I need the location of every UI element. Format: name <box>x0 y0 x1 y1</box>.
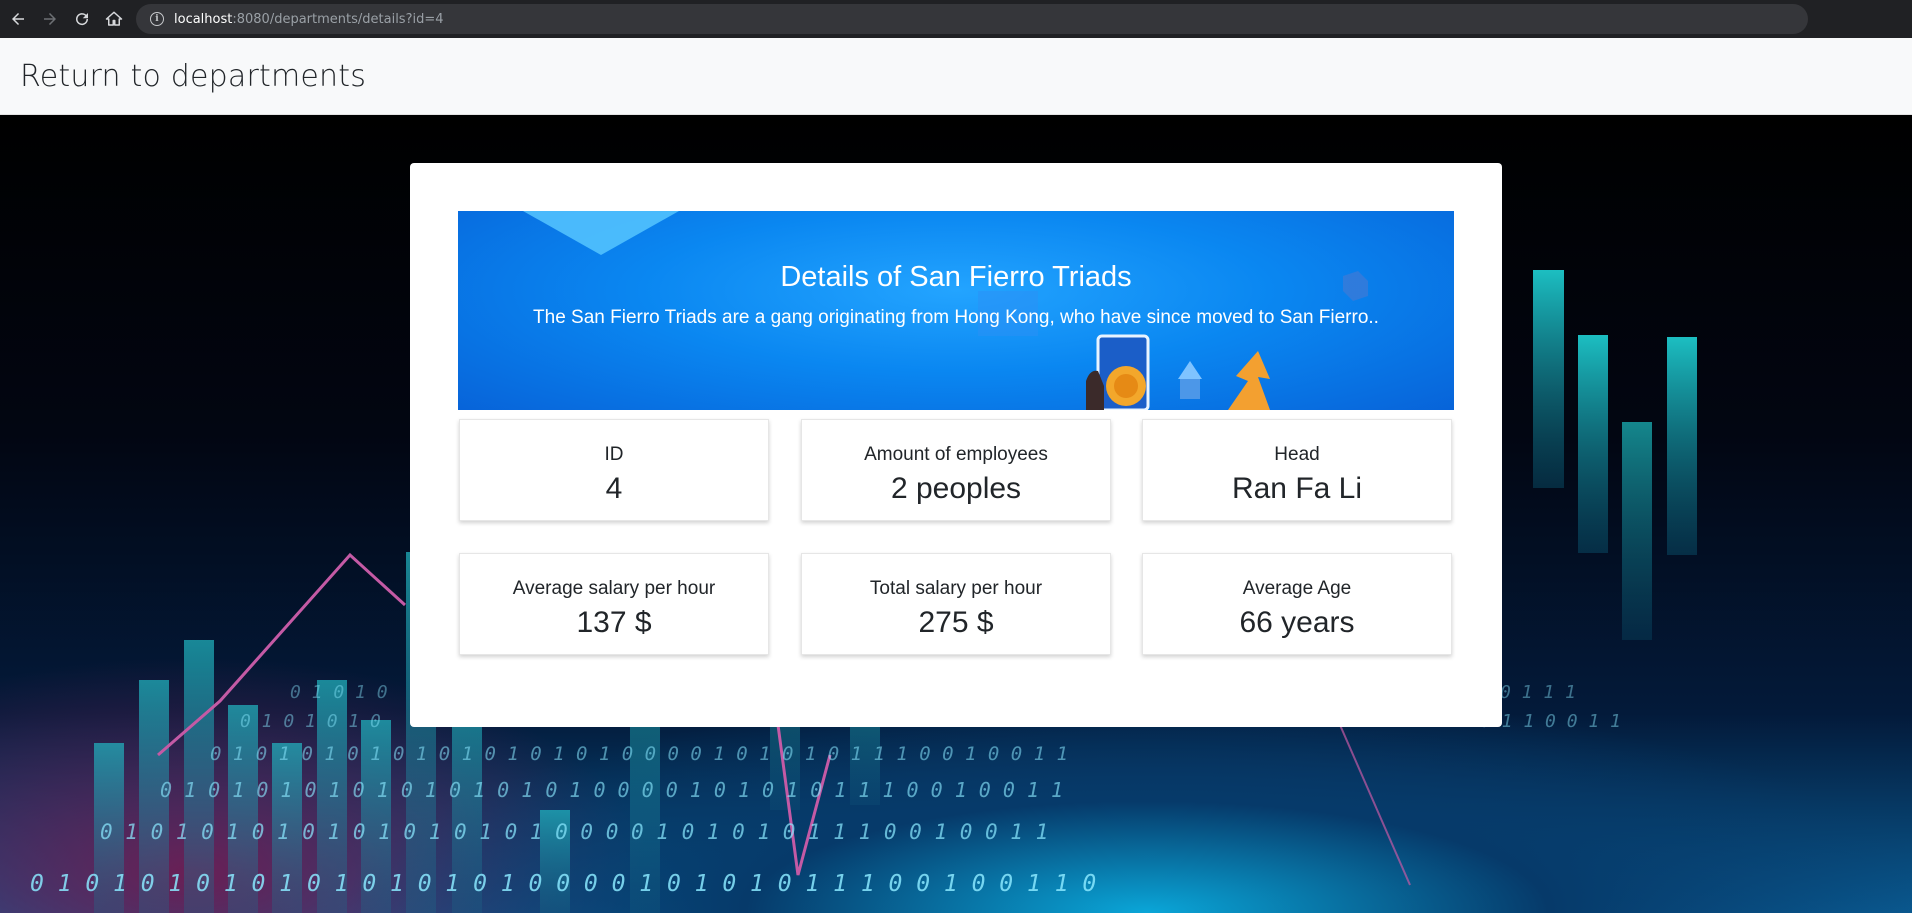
stat-card-avg-age: Average Age 66 years <box>1142 553 1452 655</box>
info-icon[interactable]: i <box>150 12 164 26</box>
back-arrow-icon[interactable] <box>4 5 32 33</box>
forward-arrow-icon[interactable] <box>36 5 64 33</box>
department-title: Details of San Fierro Triads <box>780 261 1132 293</box>
stat-card-head: Head Ran Fa Li <box>1142 419 1452 521</box>
stat-value: 275 $ <box>918 606 994 639</box>
stat-value: 4 <box>605 472 623 505</box>
svg-text:0 1 0 1 0 1 0 1 0 1 0 1 0 1 0: 0 1 0 1 0 1 0 1 0 1 0 1 0 1 0 1 0 1 0 0 … <box>160 778 1063 802</box>
stat-label: ID <box>604 444 624 465</box>
stat-value: Ran Fa Li <box>1231 472 1363 505</box>
stat-card-employees: Amount of employees 2 peoples <box>801 419 1111 521</box>
svg-text:0 1 0 1 0 1 0 1 0 1 0 1 0 1 0: 0 1 0 1 0 1 0 1 0 1 0 1 0 1 0 1 0 1 0 0 … <box>30 871 1096 897</box>
stat-value: 66 years <box>1239 606 1355 639</box>
stat-label: Average Age <box>1242 578 1352 599</box>
svg-text:0 1 0 1 0 1 0 1 0 1 0 1 0 1 0: 0 1 0 1 0 1 0 1 0 1 0 1 0 1 0 1 0 1 0 0 … <box>210 743 1068 765</box>
stat-card-avg-salary: Average salary per hour 137 $ <box>459 553 769 655</box>
browser-toolbar: i localhost:8080/departments/details?id=… <box>0 0 1912 38</box>
stat-card-id: ID 4 <box>459 419 769 521</box>
home-icon[interactable] <box>100 5 128 33</box>
stat-value: 137 $ <box>576 606 652 639</box>
top-navbar: Return to departments <box>0 38 1912 115</box>
stat-value: 2 peoples <box>890 472 1022 505</box>
department-details-card: Details of San Fierro Triads The San Fie… <box>410 163 1502 727</box>
stat-label: Average salary per hour <box>512 578 716 599</box>
address-bar[interactable]: i localhost:8080/departments/details?id=… <box>136 4 1808 34</box>
department-description: The San Fierro Triads are a gang origina… <box>533 307 1379 328</box>
stat-card-total-salary: Total salary per hour 275 $ <box>801 553 1111 655</box>
department-banner: Details of San Fierro Triads The San Fie… <box>458 211 1454 410</box>
stat-label: Amount of employees <box>864 444 1048 465</box>
svg-text:0 1 0 1 0 1 0 1 0 1 0 1 0 1 0: 0 1 0 1 0 1 0 1 0 1 0 1 0 1 0 1 0 1 0 0 … <box>100 820 1048 844</box>
svg-text:0 1 0 1 0: 0 1 0 1 0 <box>290 682 388 703</box>
reload-icon[interactable] <box>68 5 96 33</box>
stat-label: Total salary per hour <box>869 578 1043 599</box>
url-text: localhost:8080/departments/details?id=4 <box>174 11 444 27</box>
svg-text:0 1 0 1 0 1 0: 0 1 0 1 0 1 0 <box>240 711 381 732</box>
return-to-departments-link[interactable]: Return to departments <box>20 59 366 94</box>
stat-label: Head <box>1274 444 1320 465</box>
svg-text:0 1 1 1: 0 1 1 1 <box>1500 682 1576 703</box>
